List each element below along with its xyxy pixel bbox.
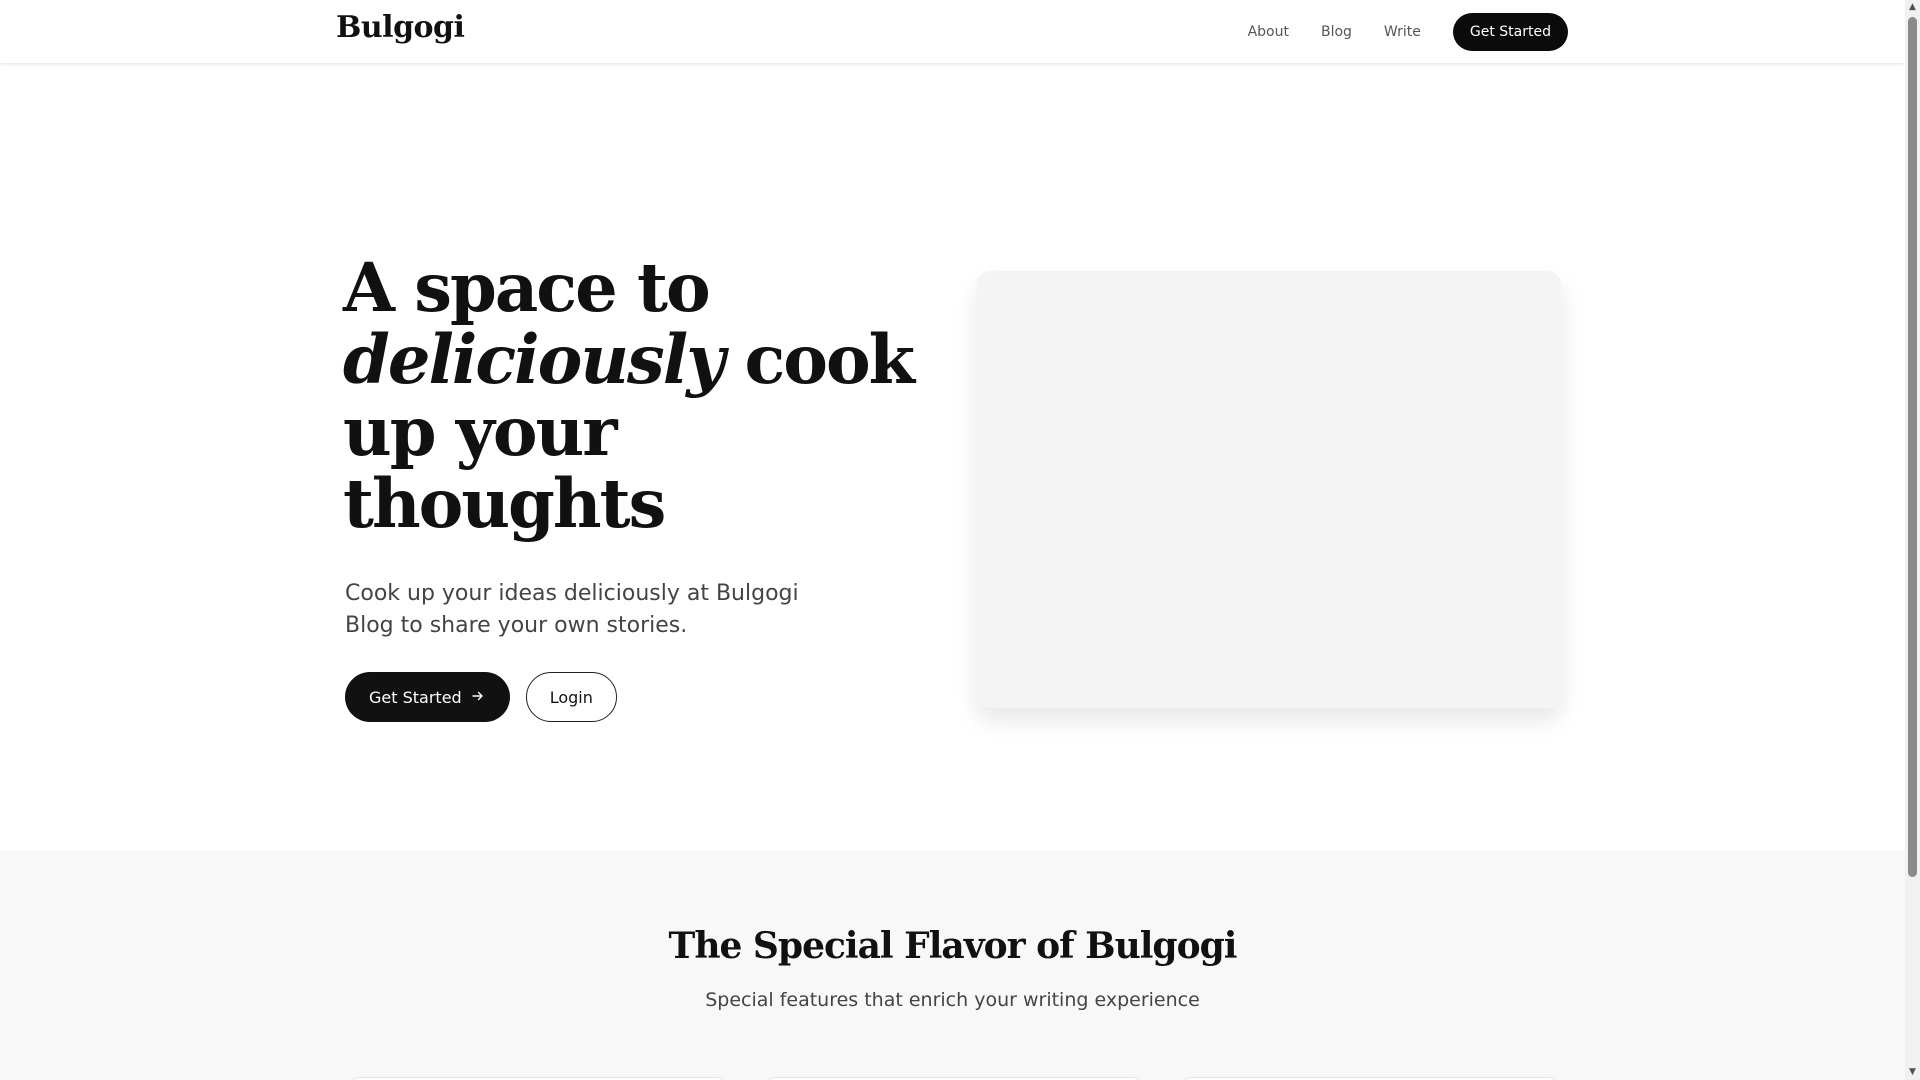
hero-title-italic: deliciously (343, 320, 725, 399)
scroll-up-icon[interactable]: ▲ (1905, 0, 1920, 15)
page: Bulgogi About Blog Write Get Started A s… (0, 0, 1905, 1080)
hero-buttons: Get Started Login (345, 672, 617, 722)
get-started-label: Get Started (369, 687, 462, 707)
brand-logo[interactable]: Bulgogi (336, 10, 465, 45)
nav-link-about[interactable]: About (1248, 13, 1289, 51)
hero-image-placeholder (977, 271, 1561, 708)
login-button[interactable]: Login (525, 672, 617, 722)
hero-title-line3: up your (343, 392, 618, 471)
scrollbar-thumb[interactable] (1908, 17, 1917, 877)
arrow-right-icon (471, 688, 484, 706)
hero-title-line2-rest: cook (744, 320, 915, 399)
login-label: Login (549, 687, 593, 707)
vertical-scrollbar[interactable]: ▲ ▼ (1905, 0, 1920, 1080)
navbar: Bulgogi About Blog Write Get Started (0, 0, 1905, 63)
hero-title-line1: A space to (343, 248, 711, 327)
features-subtitle: Special features that enrich your writin… (705, 989, 1200, 1011)
hero-title: A space to deliciously cook up your thou… (343, 252, 963, 540)
hero-title-line4: thoughts (343, 464, 666, 543)
nav-link-blog[interactable]: Blog (1321, 13, 1352, 51)
get-started-button[interactable]: Get Started (345, 672, 510, 722)
hero-subtitle: Cook up your ideas deliciously at Bulgog… (345, 581, 799, 638)
nav-links: About Blog Write Get Started (1248, 13, 1568, 51)
nav-link-write[interactable]: Write (1384, 13, 1421, 51)
features-section: The Special Flavor of Bulgogi Special fe… (0, 850, 1905, 1080)
features-title: The Special Flavor of Bulgogi (668, 925, 1238, 967)
scroll-down-icon[interactable]: ▼ (1905, 1065, 1920, 1080)
header-get-started-button[interactable]: Get Started (1452, 13, 1568, 51)
